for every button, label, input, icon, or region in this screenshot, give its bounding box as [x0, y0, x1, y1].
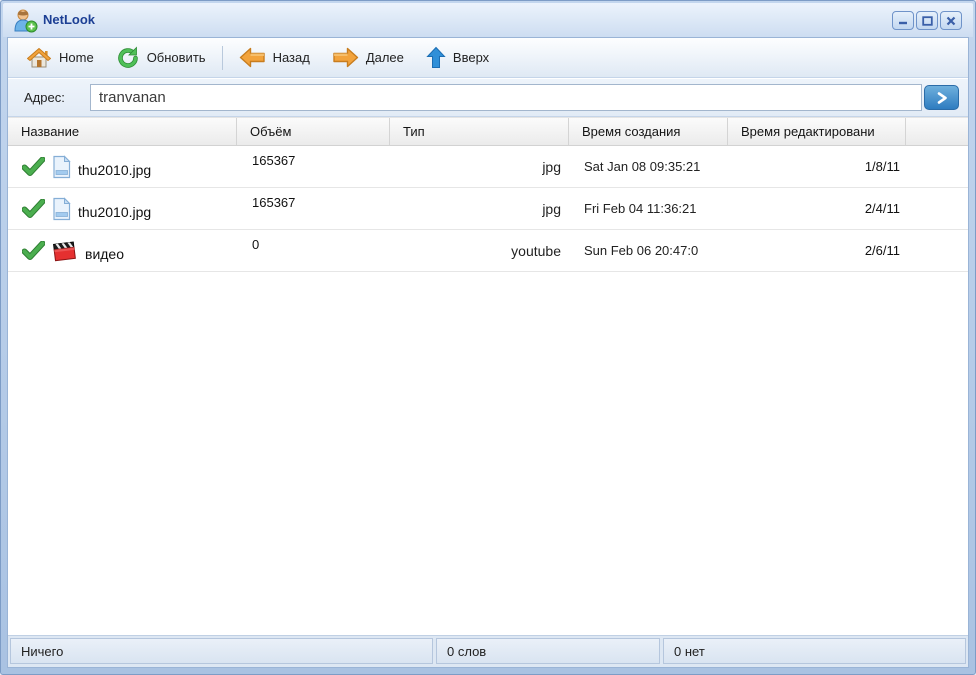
back-arrow-icon: [239, 47, 265, 68]
size-cell: 165367: [252, 153, 296, 168]
home-button[interactable]: Home: [18, 42, 102, 74]
window-title: NetLook: [43, 12, 95, 27]
title-bar[interactable]: NetLook: [3, 3, 973, 37]
address-label: Адрес:: [24, 90, 65, 105]
edited-cell: 2/6/11: [864, 243, 900, 258]
column-header-size[interactable]: Объём: [237, 118, 390, 145]
status-segment-words: 0 слов: [436, 638, 660, 664]
type-cell: jpg: [542, 158, 561, 175]
file-list-panel: Название Объём Тип Время создания Время …: [8, 117, 968, 635]
forward-arrow-icon: [333, 47, 359, 68]
column-header-filler: [906, 118, 968, 145]
address-input[interactable]: [90, 84, 922, 111]
status-segment-selection: Ничего: [10, 638, 433, 664]
home-label: Home: [59, 50, 94, 65]
refresh-icon: [117, 46, 138, 68]
table-row[interactable]: видео 0 youtube Sun Feb 06 20:47:0 2/6/1…: [8, 230, 968, 272]
maximize-button[interactable]: [916, 11, 938, 30]
file-name: thu2010.jpg: [78, 203, 152, 220]
name-cell: thu2010.jpg: [8, 188, 237, 229]
app-window: NetLook Home Обновить Назад Далее Вверх …: [0, 0, 976, 675]
created-cell: Fri Feb 04 11:36:21: [584, 201, 697, 216]
column-header-edited[interactable]: Время редактировани: [728, 118, 906, 145]
up-arrow-icon: [426, 46, 446, 68]
toolbar: Home Обновить Назад Далее Вверх: [8, 38, 968, 78]
back-button[interactable]: Назад: [231, 43, 318, 72]
file-icon: [53, 154, 71, 178]
address-bar: Адрес:: [8, 79, 968, 117]
column-header-created[interactable]: Время создания: [569, 118, 728, 145]
file-icon: [53, 196, 71, 220]
close-button[interactable]: [940, 11, 962, 30]
table-row[interactable]: thu2010.jpg 165367 jpg Sat Jan 08 09:35:…: [8, 146, 968, 188]
type-cell: youtube: [511, 242, 561, 259]
toolbar-separator: [221, 45, 223, 70]
table-row[interactable]: thu2010.jpg 165367 jpg Fri Feb 04 11:36:…: [8, 188, 968, 230]
go-button[interactable]: [924, 85, 959, 110]
name-cell: thu2010.jpg: [8, 146, 237, 187]
column-header-name[interactable]: Название: [8, 118, 237, 145]
edited-cell: 2/4/11: [864, 201, 900, 216]
status-segment-misc: 0 нет: [663, 638, 966, 664]
status-bar: Ничего 0 слов 0 нет: [8, 635, 968, 667]
refresh-label: Обновить: [146, 50, 206, 65]
edited-cell: 1/8/11: [864, 159, 900, 174]
size-cell: 0: [252, 237, 260, 252]
check-icon: [22, 241, 45, 260]
app-logo-icon: [14, 9, 38, 33]
created-cell: Sun Feb 06 20:47:0: [584, 243, 699, 258]
chevron-right-icon: [937, 91, 947, 104]
window-controls: [892, 11, 962, 30]
forward-button[interactable]: Далее: [324, 43, 412, 72]
back-label: Назад: [272, 50, 310, 65]
name-cell: видео: [8, 230, 237, 271]
refresh-button[interactable]: Обновить: [108, 42, 214, 74]
file-name: видео: [85, 245, 124, 262]
size-cell: 165367: [252, 195, 296, 210]
minimize-button[interactable]: [892, 11, 914, 30]
table-rows: thu2010.jpg 165367 jpg Sat Jan 08 09:35:…: [8, 146, 968, 272]
client-area: Home Обновить Назад Далее Вверх Адрес: t…: [7, 37, 969, 668]
file-name: thu2010.jpg: [78, 161, 152, 178]
check-icon: [22, 157, 45, 176]
video-clapperboard-icon: [53, 240, 76, 261]
forward-label: Далее: [365, 50, 404, 65]
up-button[interactable]: Вверх: [418, 42, 497, 73]
check-icon: [22, 199, 45, 218]
created-cell: Sat Jan 08 09:35:21: [584, 159, 701, 174]
type-cell: jpg: [542, 200, 561, 217]
table-header: Название Объём Тип Время создания Время …: [8, 117, 968, 146]
home-icon: [27, 47, 51, 67]
column-header-type[interactable]: Тип: [390, 118, 569, 145]
up-label: Вверх: [452, 50, 490, 65]
